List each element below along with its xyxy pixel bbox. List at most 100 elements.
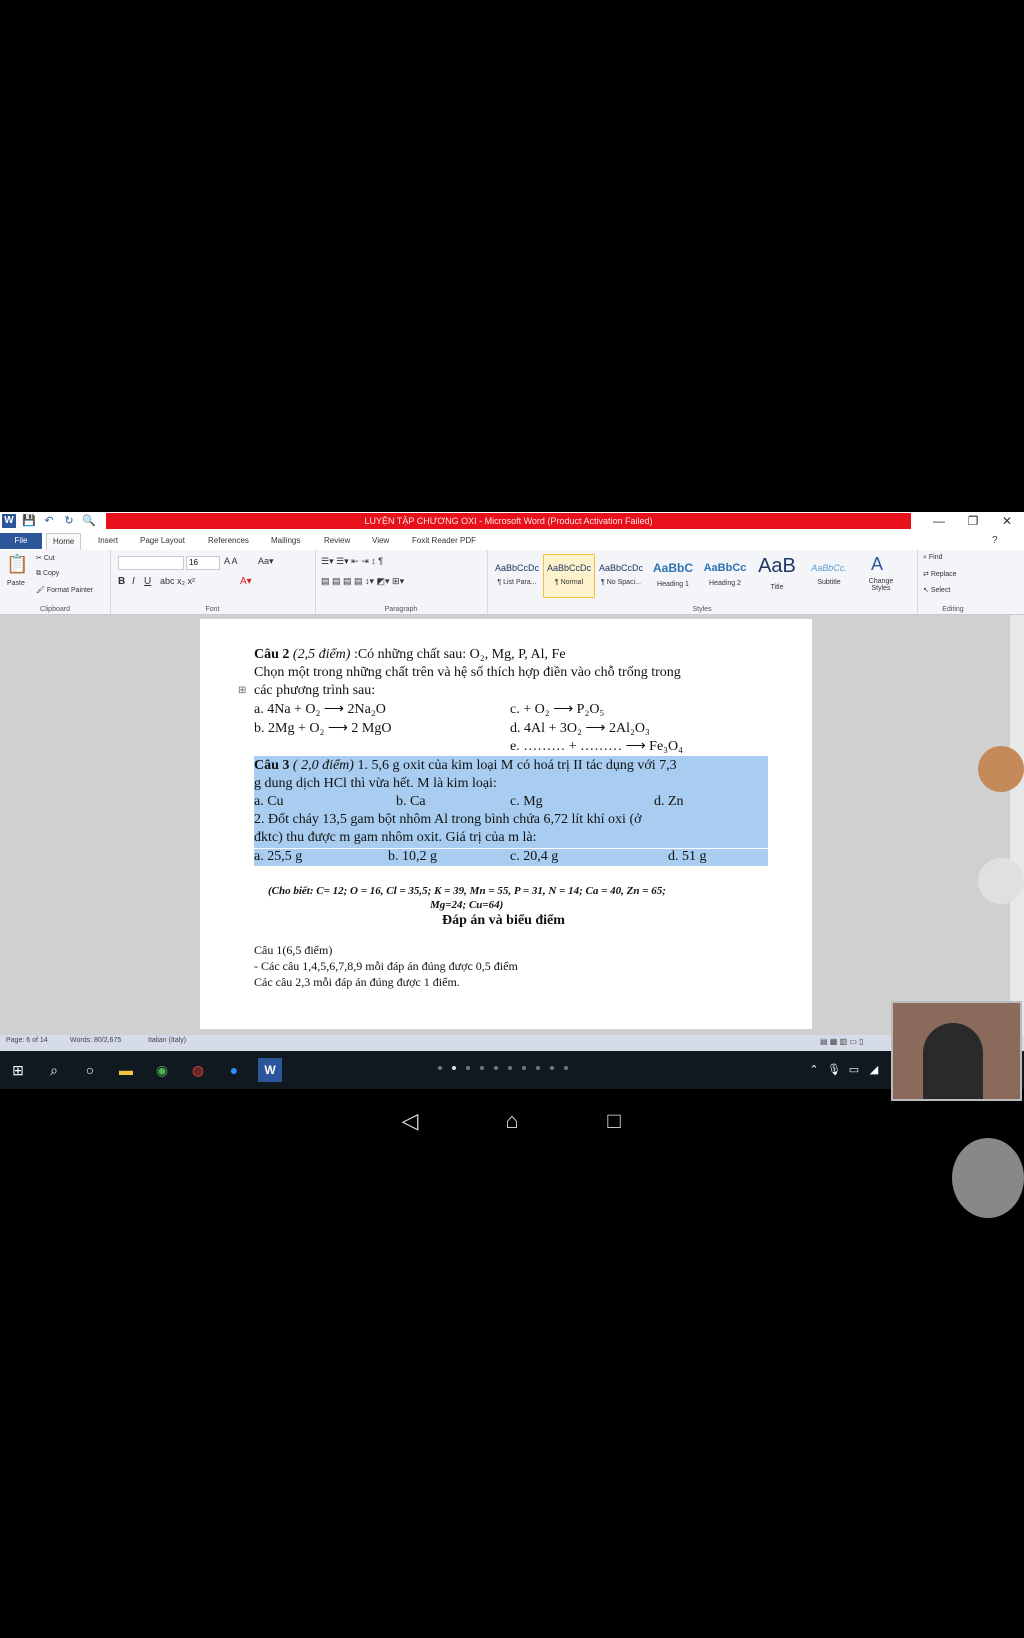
word-count[interactable]: Words: 80/2,675 xyxy=(70,1037,121,1044)
tab-review[interactable]: Review xyxy=(318,533,356,549)
q2-line2: Chọn một trong những chất trên và hệ số … xyxy=(254,665,681,680)
save-icon[interactable]: 💾 xyxy=(22,514,36,528)
android-recents-icon[interactable]: □ xyxy=(599,1108,629,1134)
style-subtitle[interactable]: AaBbCc. Subtitle xyxy=(803,554,855,598)
q3-option-d: d. Zn xyxy=(654,794,684,809)
replace-button[interactable]: ⇄ Replace xyxy=(923,570,957,578)
paragraph-group: ☰▾ ☰▾ ⇤ ⇥ ↕ ¶ ▤ ▤ ▤ ▤ ↕▾ ◩▾ ⊞▾ Paragraph xyxy=(315,550,488,614)
word-window: W 💾 ↶ ↻ 🔍 LUYỆN TẬP CHƯƠNG OXI - Microso… xyxy=(0,512,1024,1089)
replace-label: Replace xyxy=(930,571,957,578)
italic-icon[interactable]: I xyxy=(132,576,135,587)
grow-font-icon[interactable]: A A xyxy=(224,556,238,566)
align-icon[interactable]: ▤ ▤ ▤ ▤ ↕▾ ◩▾ ⊞▾ xyxy=(321,576,404,587)
change-styles-button[interactable]: Change Styles xyxy=(865,578,897,592)
cut-button[interactable]: ✂ Cut xyxy=(36,554,55,562)
tab-insert[interactable]: Insert xyxy=(92,533,124,549)
paragraph-label: Paragraph xyxy=(384,606,418,613)
redo-icon[interactable]: ↻ xyxy=(62,514,76,528)
style-title[interactable]: AaB Title xyxy=(751,554,803,598)
ribbon: 📋 Paste ✂ Cut ⧉ Copy 🖌 Format Painter Cl… xyxy=(0,550,1024,615)
format-painter-button[interactable]: 🖌 Format Painter xyxy=(36,586,93,594)
paste-icon[interactable]: 📋 xyxy=(6,554,28,575)
tab-references[interactable]: References xyxy=(202,533,255,549)
style-heading-2[interactable]: AaBbCc Heading 2 xyxy=(699,554,751,598)
style-name: ¶ List Para... xyxy=(497,579,537,586)
help-icon[interactable]: ? xyxy=(986,533,1004,549)
q2-text: :Có những chất sau: O₂, Mg, P, Al, Fe xyxy=(350,647,566,662)
table-move-icon[interactable]: ⊞ xyxy=(238,685,246,696)
bullets-icon[interactable]: ☰▾ ☰▾ ⇤ ⇥ ↕ ¶ xyxy=(321,556,383,567)
document-page[interactable]: Câu 2 (2,5 điểm) :Có những chất sau: O₂,… xyxy=(200,619,812,1029)
close-button[interactable]: ✕ xyxy=(990,512,1024,531)
change-case-icon[interactable]: Aa▾ xyxy=(258,556,274,567)
title-bar: W 💾 ↶ ↻ 🔍 LUYỆN TẬP CHƯƠNG OXI - Microso… xyxy=(0,512,1024,531)
document-area: Câu 2 (2,5 điểm) :Có những chất sau: O₂,… xyxy=(0,615,1024,1035)
chrome-icon[interactable]: ◍ xyxy=(186,1058,210,1082)
language[interactable]: Italian (Italy) xyxy=(148,1037,186,1044)
change-styles-icon[interactable]: A xyxy=(871,554,883,575)
search-icon[interactable]: ⌕ xyxy=(42,1058,66,1082)
underline-icon[interactable]: U xyxy=(144,576,151,587)
tab-home[interactable]: Home xyxy=(46,533,82,550)
tab-file[interactable]: File xyxy=(0,533,42,549)
tab-foxit[interactable]: Foxit Reader PDF xyxy=(406,533,482,549)
chat-head-avatar[interactable] xyxy=(952,1138,1024,1218)
style-list-paragraph[interactable]: AaBbCcDc ¶ List Para... xyxy=(491,554,543,598)
font-color-icon[interactable]: A▾ xyxy=(240,576,252,587)
windows-start-icon[interactable]: ⊞ xyxy=(6,1058,30,1082)
person-silhouette xyxy=(923,1023,983,1099)
ribbon-tabs: File Home Insert Page Layout References … xyxy=(0,531,1024,551)
zoom-icon[interactable]: ● xyxy=(222,1058,246,1082)
restore-button[interactable]: ❐ xyxy=(956,512,990,531)
view-buttons-icon[interactable]: ▤ ▦ ▥ ▭ ▯ xyxy=(820,1037,864,1046)
android-back-icon[interactable]: ◁ xyxy=(395,1108,425,1134)
bold-icon[interactable]: B xyxy=(118,576,125,587)
app-icon[interactable]: ◉ xyxy=(150,1058,174,1082)
webcam-preview xyxy=(891,1001,1022,1101)
editing-label: Editing xyxy=(942,606,964,613)
style-normal[interactable]: AaBbCcDc ¶ Normal xyxy=(543,554,595,598)
style-heading-1[interactable]: AaBbC Heading 1 xyxy=(647,554,699,598)
chat-bubble-avatar[interactable] xyxy=(978,858,1024,904)
volume-icon[interactable]: ◢ xyxy=(862,1058,886,1082)
style-name: Title xyxy=(770,584,784,591)
q2-title: Câu 2 xyxy=(254,647,290,662)
vertical-scrollbar[interactable] xyxy=(1010,615,1024,1035)
strikethrough-icon[interactable]: abc x₂ x² xyxy=(160,576,195,586)
tab-mailings[interactable]: Mailings xyxy=(265,533,306,549)
cortana-icon[interactable]: ○ xyxy=(78,1058,102,1082)
clipboard-label: Clipboard xyxy=(40,606,70,613)
tab-view[interactable]: View xyxy=(366,533,395,549)
equation-b: b. 2Mg + O₂ ⟶ 2 MgO xyxy=(254,721,392,736)
find-button[interactable]: ⌕ Find xyxy=(923,554,943,562)
file-explorer-icon[interactable]: ▬ xyxy=(114,1058,138,1082)
word-app-icon: W xyxy=(2,514,16,528)
q3-option-a: a. Cu xyxy=(254,794,284,809)
styles-label: Styles xyxy=(692,606,712,613)
q2-line3: các phương trình sau: xyxy=(254,683,376,698)
page-count[interactable]: Page: 6 of 14 xyxy=(6,1037,48,1044)
q3-line4: đktc) thu được m gam nhôm oxit. Giá trị … xyxy=(254,830,537,845)
style-sample: AaBbC xyxy=(652,561,693,575)
copy-label: Copy xyxy=(42,570,60,577)
paste-button[interactable]: Paste xyxy=(7,580,25,587)
tab-page-layout[interactable]: Page Layout xyxy=(134,533,191,549)
style-name: Subtitle xyxy=(817,579,841,586)
chat-bubble-avatar[interactable] xyxy=(978,746,1024,792)
answer-line2: - Các câu 1,4,5,6,7,8,9 mỗi đáp án đúng … xyxy=(254,959,518,973)
find-label: Find xyxy=(928,554,943,561)
minimize-button[interactable]: — xyxy=(922,512,956,531)
style-sample: AaB xyxy=(758,555,796,577)
font-size-input[interactable]: 16 xyxy=(186,556,220,570)
undo-icon[interactable]: ↶ xyxy=(42,514,56,528)
font-name-input[interactable] xyxy=(118,556,184,570)
q2-heading: Câu 2 (2,5 điểm) :Có những chất sau: O₂,… xyxy=(254,647,566,663)
word-taskbar-icon[interactable]: W xyxy=(258,1058,282,1082)
print-preview-icon[interactable]: 🔍 xyxy=(82,514,96,528)
q3-heading: Câu 3 ( 2,0 điểm) 1. 5,6 g oxit của kim … xyxy=(254,758,677,774)
style-no-spacing[interactable]: AaBbCcDc ¶ No Spaci... xyxy=(595,554,647,598)
scissors-icon: ✂ xyxy=(36,555,44,562)
copy-button[interactable]: ⧉ Copy xyxy=(36,570,59,578)
android-home-icon[interactable]: ⌂ xyxy=(497,1108,527,1134)
select-button[interactable]: ↖ Select xyxy=(923,586,950,594)
